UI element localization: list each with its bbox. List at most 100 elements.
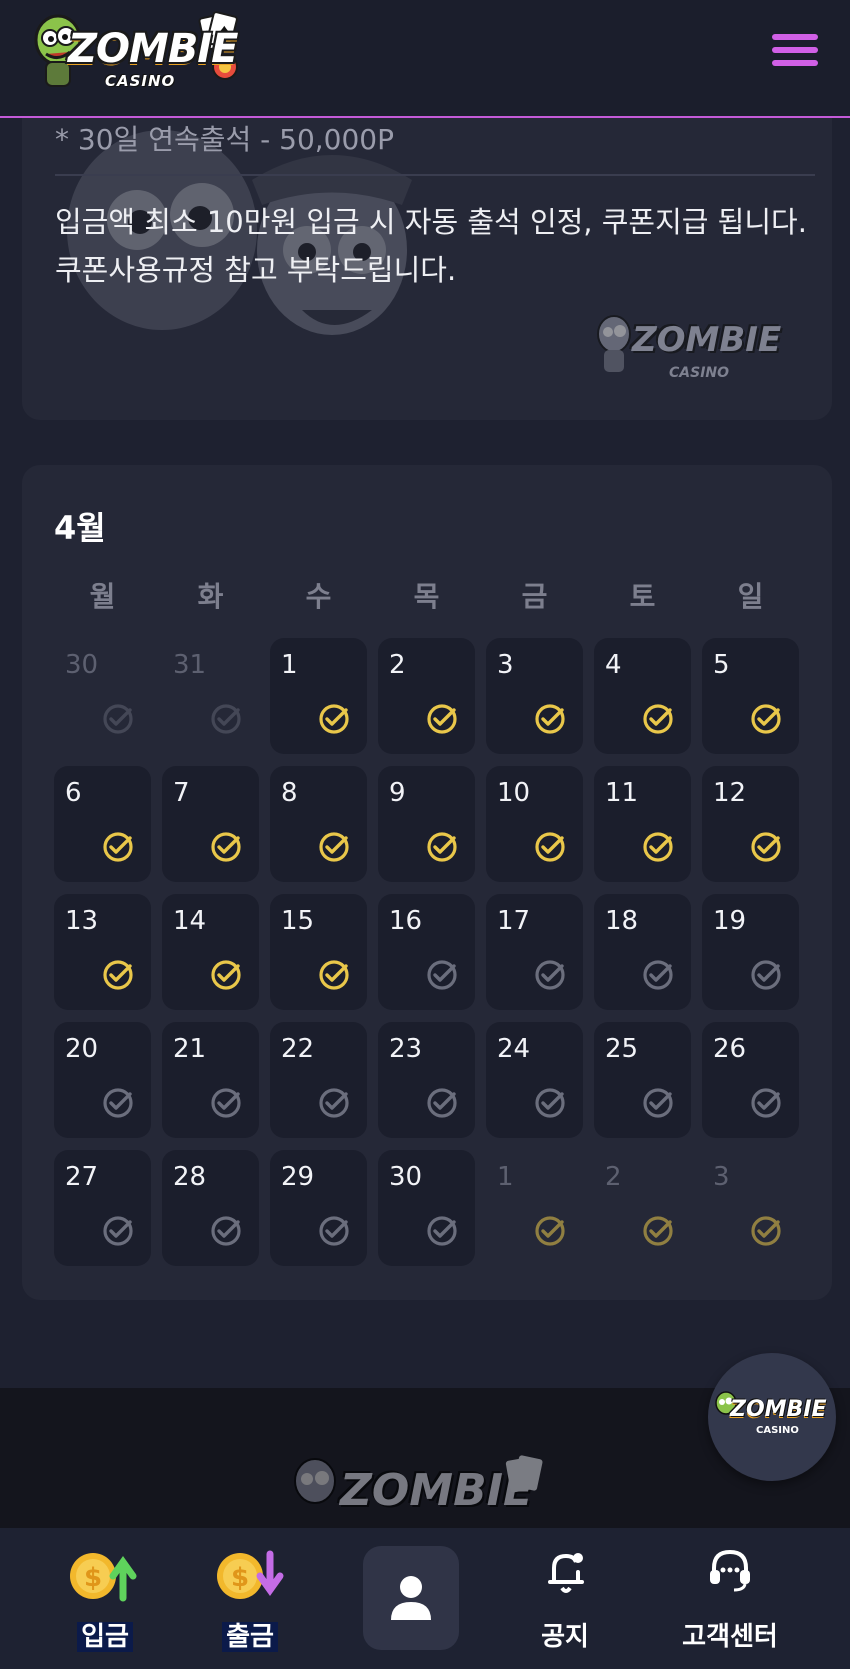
calendar-day-number: 15 xyxy=(281,906,315,936)
calendar-day[interactable]: 7 xyxy=(162,766,259,882)
nav-withdraw-label: 출금 xyxy=(200,1616,300,1653)
calendar-day[interactable]: 24 xyxy=(486,1022,583,1138)
calendar-day[interactable]: 20 xyxy=(54,1022,151,1138)
logo-watermark: ZOMBIE CASINO xyxy=(594,310,804,400)
weekday-label: 월 xyxy=(89,580,116,613)
calendar-day[interactable]: 8 xyxy=(270,766,367,882)
calendar-day[interactable]: 29 xyxy=(270,1150,367,1266)
check-circle-icon xyxy=(427,704,457,734)
calendar-day-number: 17 xyxy=(497,906,531,936)
calendar-day-number: 28 xyxy=(173,1162,207,1192)
attendance-description: 입금액 최소 10만원 입금 시 자동 출석 인정, 쿠폰지급 됩니다. 쿠폰사… xyxy=(55,198,815,294)
floating-logo-button[interactable]: ZOMBIE CASINO xyxy=(708,1353,836,1481)
calendar-day[interactable]: 30 xyxy=(378,1150,475,1266)
calendar-day[interactable]: 27 xyxy=(54,1150,151,1266)
svg-text:$: $ xyxy=(84,1563,102,1593)
calendar-day[interactable]: 12 xyxy=(702,766,799,882)
calendar-day[interactable]: 28 xyxy=(162,1150,259,1266)
calendar-day[interactable]: 23 xyxy=(378,1022,475,1138)
calendar-day[interactable]: 30 xyxy=(54,638,151,754)
calendar-day[interactable]: 6 xyxy=(54,766,151,882)
calendar-day[interactable]: 5 xyxy=(702,638,799,754)
check-circle-icon xyxy=(103,704,133,734)
check-circle-icon xyxy=(751,960,781,990)
calendar-day-number: 19 xyxy=(713,906,747,936)
calendar-day-number: 12 xyxy=(713,778,747,808)
description-paragraph: 쿠폰사용규정 참고 부탁드립니다. xyxy=(55,253,457,287)
calendar-day[interactable]: 3 xyxy=(702,1150,799,1266)
calendar-day-number: 21 xyxy=(173,1034,207,1064)
calendar-day[interactable]: 19 xyxy=(702,894,799,1010)
calendar-day[interactable]: 16 xyxy=(378,894,475,1010)
check-circle-icon xyxy=(319,704,349,734)
calendar-day-number: 30 xyxy=(389,1162,423,1192)
calendar-day[interactable]: 10 xyxy=(486,766,583,882)
calendar-day-number: 30 xyxy=(65,650,99,680)
calendar-day-number: 3 xyxy=(497,650,514,680)
calendar-day[interactable]: 21 xyxy=(162,1022,259,1138)
watermark-subtitle: CASINO xyxy=(669,365,730,381)
nav-withdraw[interactable]: $ 출금 xyxy=(200,1528,300,1669)
calendar-day[interactable]: 26 xyxy=(702,1022,799,1138)
check-circle-icon xyxy=(319,960,349,990)
weekday-label: 일 xyxy=(737,580,764,613)
bell-icon xyxy=(548,1553,584,1593)
calendar-day[interactable]: 11 xyxy=(594,766,691,882)
calendar-day[interactable]: 2 xyxy=(378,638,475,754)
nav-notice[interactable]: 공지 xyxy=(520,1528,610,1669)
check-circle-icon xyxy=(103,832,133,862)
nav-notice-label: 공지 xyxy=(541,1622,589,1652)
check-circle-icon xyxy=(319,1088,349,1118)
check-circle-icon xyxy=(535,960,565,990)
calendar-day[interactable]: 17 xyxy=(486,894,583,1010)
calendar-day-number: 8 xyxy=(281,778,298,808)
calendar-day[interactable]: 25 xyxy=(594,1022,691,1138)
calendar-day[interactable]: 3 xyxy=(486,638,583,754)
calendar-day-number: 14 xyxy=(173,906,207,936)
calendar-day[interactable]: 2 xyxy=(594,1150,691,1266)
zombie-casino-logo[interactable]: ♠ ZOMBIE CASINO xyxy=(30,10,245,100)
check-circle-icon xyxy=(643,960,673,990)
check-circle-icon xyxy=(643,1088,673,1118)
calendar-day[interactable]: 13 xyxy=(54,894,151,1010)
nav-deposit[interactable]: $ 입금 xyxy=(55,1528,155,1669)
attendance-reward-line: * 30일 연속출석 - 50,000P xyxy=(55,123,394,156)
description-paragraph: 입금액 최소 10만원 입금 시 자동 출석 인정, 쿠폰지급 됩니다. xyxy=(55,205,807,239)
check-circle-icon xyxy=(643,1216,673,1246)
check-circle-icon xyxy=(751,1216,781,1246)
calendar-day-number: 2 xyxy=(389,650,406,680)
calendar-day-number: 5 xyxy=(713,650,730,680)
check-circle-icon xyxy=(319,1216,349,1246)
calendar-day-number: 1 xyxy=(281,650,298,680)
calendar-day[interactable]: 15 xyxy=(270,894,367,1010)
calendar-day-number: 29 xyxy=(281,1162,315,1192)
check-circle-icon xyxy=(319,832,349,862)
calendar-day-number: 13 xyxy=(65,906,99,936)
calendar-day-number: 31 xyxy=(173,650,207,680)
calendar-day-number: 9 xyxy=(389,778,406,808)
calendar-day-number: 7 xyxy=(173,778,190,808)
calendar-day[interactable]: 4 xyxy=(594,638,691,754)
bottom-navigation: $ 입금 $ 출금 공지 고객센터 xyxy=(0,1528,850,1669)
check-circle-icon xyxy=(211,1088,241,1118)
calendar-day[interactable]: 31 xyxy=(162,638,259,754)
calendar-day[interactable]: 14 xyxy=(162,894,259,1010)
footer-logo: ZOMBIE xyxy=(290,1453,560,1533)
calendar-grid: 30 31 1 2 3 4 5 6 7 8 9 10 11 12 13 14 15 16 17 18 19 20 21 22 2… xyxy=(54,638,799,1266)
menu-button[interactable] xyxy=(772,34,818,72)
calendar-day-number: 20 xyxy=(65,1034,99,1064)
nav-support[interactable]: 고객센터 xyxy=(660,1528,800,1669)
headset-icon xyxy=(710,1549,750,1592)
calendar-day[interactable]: 1 xyxy=(486,1150,583,1266)
calendar-day[interactable]: 18 xyxy=(594,894,691,1010)
calendar-day-number: 3 xyxy=(713,1162,730,1192)
check-circle-icon xyxy=(643,832,673,862)
logo-text: ZOMBIE xyxy=(68,26,239,72)
weekday-label: 목 xyxy=(413,580,440,613)
calendar-day[interactable]: 1 xyxy=(270,638,367,754)
calendar-day[interactable]: 22 xyxy=(270,1022,367,1138)
calendar-day[interactable]: 9 xyxy=(378,766,475,882)
weekday-label: 금 xyxy=(521,580,548,613)
nav-profile[interactable] xyxy=(363,1546,459,1650)
coin-up-icon: $ xyxy=(70,1553,137,1602)
